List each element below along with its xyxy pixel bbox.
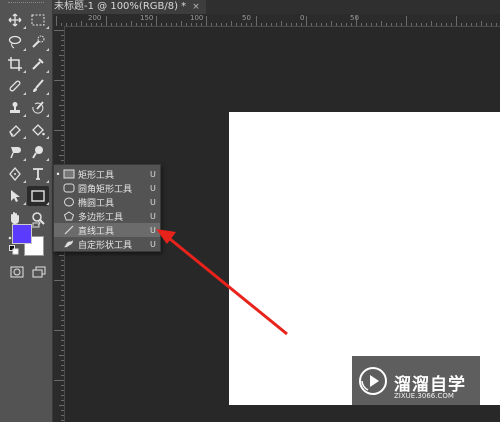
play-logo-icon	[359, 367, 387, 395]
watermark-url: ZIXUE.3066.COM	[394, 392, 454, 400]
watermark: 溜溜自学 ZIXUE.3066.COM	[352, 356, 480, 408]
